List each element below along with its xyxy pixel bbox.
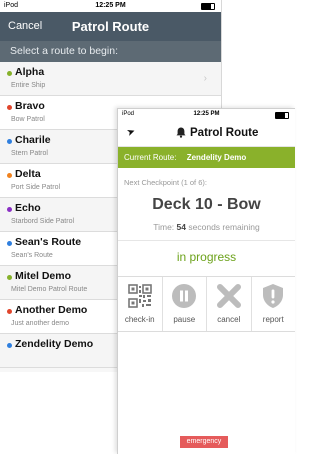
route-name: Zendelity Demo <box>15 338 94 350</box>
next-checkpoint-label: Next Checkpoint (1 of 6): <box>124 178 207 187</box>
nav-bar: ➤ Patrol Route <box>118 121 295 147</box>
checkpoint-name: Deck 10 - Bow <box>152 196 261 213</box>
route-description: Just another demo <box>11 320 69 327</box>
battery-icon <box>201 3 215 10</box>
active-patrol-screen: iPod 12:25 PM ➤ Patrol Route Current Rou… <box>117 108 295 454</box>
route-description: Bow Patrol <box>11 116 45 123</box>
report-button[interactable]: report <box>252 277 296 331</box>
route-color-dot <box>7 173 12 178</box>
route-description: Stern Patrol <box>11 150 48 157</box>
route-name: Delta <box>15 168 41 180</box>
chevron-right-icon: › <box>203 73 207 84</box>
qr-code-icon <box>127 284 152 308</box>
time-value: 54 <box>176 222 187 232</box>
location-arrow-icon[interactable]: ➤ <box>125 126 137 139</box>
route-color-dot <box>7 105 12 110</box>
route-item-alpha[interactable]: Alpha Entire Ship › <box>0 62 221 96</box>
route-description: Entire Ship <box>11 82 46 89</box>
status-text: in progress <box>176 250 237 264</box>
status-time: 12:25 PM <box>95 2 126 9</box>
time-prefix: Time: <box>153 222 175 232</box>
route-name: Alpha <box>15 66 45 78</box>
current-route-label: Current Route: <box>124 153 177 162</box>
time-remaining: Time: 54 seconds remaining <box>118 222 295 232</box>
route-color-dot <box>7 241 12 246</box>
route-name: Echo <box>15 202 41 214</box>
route-description: Starbord Side Patrol <box>11 218 75 225</box>
route-color-dot <box>7 309 12 314</box>
route-name: Mitel Demo <box>15 270 72 282</box>
route-color-dot <box>7 71 12 76</box>
route-description: Port Side Patrol <box>11 184 61 191</box>
status-bar: iPod 12:25 PM <box>118 109 295 121</box>
current-route-value: Zendelity Demo <box>186 153 247 162</box>
pause-label: pause <box>173 315 196 324</box>
route-name: Bravo <box>15 100 45 112</box>
cancel-patrol-button[interactable]: cancel <box>207 277 252 331</box>
divider <box>118 240 295 241</box>
check-in-label: check-in <box>124 315 155 324</box>
emergency-button[interactable]: emergency <box>180 436 228 448</box>
pause-button[interactable]: pause <box>163 277 207 331</box>
bell-icon <box>176 127 186 138</box>
report-label: report <box>262 315 284 324</box>
route-name: Another Demo <box>15 304 88 316</box>
route-description: Mitel Demo Patrol Route <box>11 286 88 293</box>
pause-icon <box>172 284 197 308</box>
route-color-dot <box>7 275 12 280</box>
page-title: Patrol Route <box>190 127 259 139</box>
nav-bar: Cancel Patrol Route <box>0 12 221 41</box>
route-description: Sean's Route <box>11 252 53 259</box>
route-color-dot <box>7 207 12 212</box>
x-icon <box>216 284 241 308</box>
shield-alert-icon <box>263 284 284 308</box>
route-name: Charile <box>15 134 51 146</box>
page-title: Patrol Route <box>71 19 150 34</box>
battery-icon <box>275 112 289 119</box>
check-in-button[interactable]: check-in <box>118 277 163 331</box>
cancel-label: cancel <box>217 315 241 324</box>
route-color-dot <box>7 139 12 144</box>
current-route-bar: Current Route: Zendelity Demo <box>118 147 295 168</box>
time-suffix: seconds remaining <box>188 222 260 232</box>
route-color-dot <box>7 343 12 348</box>
status-time: 12:25 PM <box>193 111 220 117</box>
route-name: Sean's Route <box>15 236 82 248</box>
status-bar: iPod 12:25 PM <box>0 0 221 12</box>
action-toolbar: check-in pause cancel report <box>118 277 295 332</box>
select-route-prompt: Select a route to begin: <box>0 41 221 62</box>
